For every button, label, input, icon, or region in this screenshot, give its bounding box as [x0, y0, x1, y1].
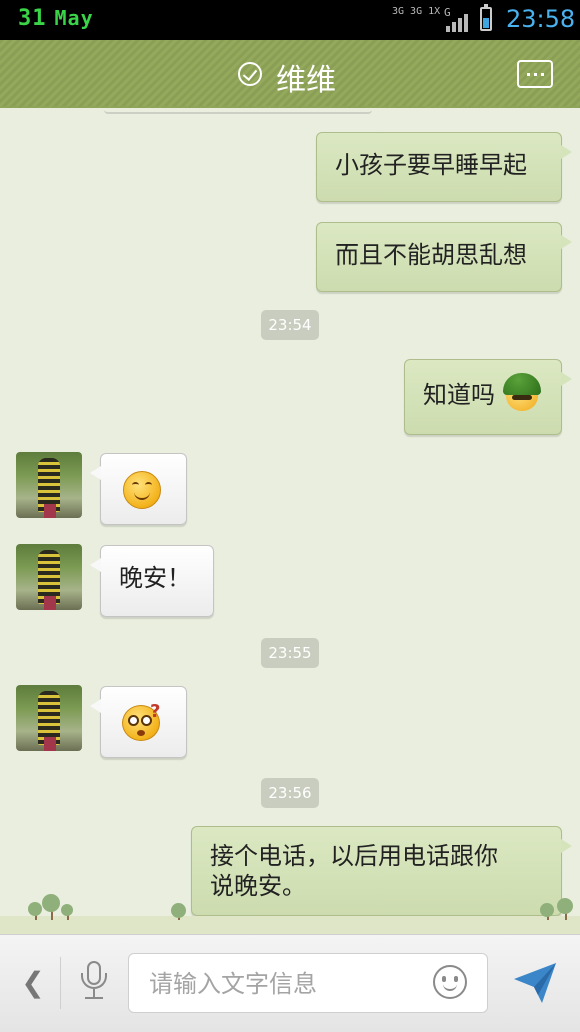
smile-emoji-icon	[123, 471, 161, 509]
divider	[60, 957, 61, 1009]
helmet-emoji-icon	[502, 373, 541, 411]
send-icon[interactable]	[512, 961, 558, 1005]
status-time: 23:58	[506, 5, 576, 33]
message-bubble-outgoing[interactable]: 接个电话，以后用电话跟你 说晚安。	[191, 826, 572, 916]
message-bubble-incoming[interactable]	[90, 453, 187, 525]
network-indicators: 3G 3G 1X G	[392, 6, 474, 34]
battery-icon	[480, 4, 492, 31]
back-icon[interactable]: ❮	[18, 965, 48, 1001]
message-text: 晚安！	[119, 564, 191, 592]
message-text: 知道吗	[423, 381, 495, 409]
avatar[interactable]	[16, 452, 82, 518]
scenery-ground	[0, 916, 580, 934]
more-options-button[interactable]	[517, 60, 553, 88]
network-type-label: 3G 3G 1X	[392, 6, 441, 17]
microphone-icon[interactable]	[76, 961, 112, 1005]
previous-message-edge	[104, 108, 372, 114]
message-bubble-outgoing[interactable]: 知道吗	[404, 359, 572, 435]
message-input[interactable]	[147, 964, 421, 1004]
emoji-icon[interactable]	[433, 965, 467, 999]
message-bubble-incoming[interactable]: 晚安！	[90, 545, 214, 617]
battery-level	[483, 18, 489, 28]
chat-header: 维维	[0, 40, 580, 114]
confused-emoji-icon: ?	[122, 701, 162, 741]
message-text: 小孩子要早睡早起	[335, 151, 527, 179]
message-text-line: 接个电话，以后用电话跟你	[210, 842, 498, 870]
status-date: 31 May	[18, 6, 94, 31]
message-bubble-incoming[interactable]: ?	[90, 686, 187, 758]
timestamp: 23:56	[261, 778, 319, 808]
message-bubble-outgoing[interactable]: 小孩子要早睡早起	[316, 132, 572, 202]
contact-name: 维维	[276, 63, 336, 98]
message-text: 而且不能胡思乱想	[335, 241, 527, 269]
timestamp: 23:54	[261, 310, 319, 340]
avatar[interactable]	[16, 544, 82, 610]
avatar[interactable]	[16, 685, 82, 751]
message-input-box	[128, 953, 488, 1013]
status-date-month: May	[54, 6, 94, 30]
message-text-line: 说晚安。	[210, 872, 306, 900]
timestamp: 23:55	[261, 638, 319, 668]
status-date-day: 31	[18, 6, 47, 31]
message-bubble-outgoing[interactable]: 而且不能胡思乱想	[316, 222, 572, 292]
status-bar: 31 May 3G 3G 1X G 23:58	[0, 0, 580, 40]
check-circle-icon	[238, 62, 262, 86]
message-list[interactable]: 小孩子要早睡早起 而且不能胡思乱想 23:54 知道吗 晚安！ 23:55 ?	[0, 108, 580, 934]
signal-bars-icon	[444, 14, 468, 32]
input-bar: ❮	[0, 934, 580, 1032]
